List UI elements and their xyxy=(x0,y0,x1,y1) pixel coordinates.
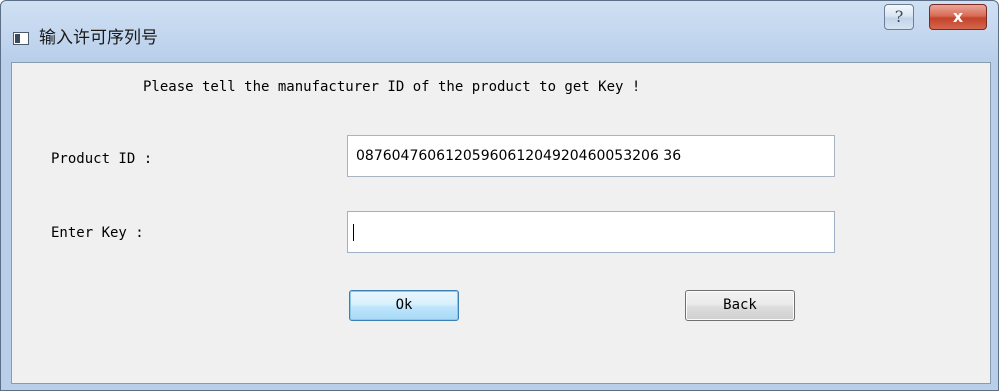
instruction-text: Please tell the manufacturer ID of the p… xyxy=(143,79,641,95)
ok-button[interactable]: Ok xyxy=(349,290,459,321)
window-icon xyxy=(13,32,29,45)
product-id-label: Product ID : xyxy=(51,151,153,167)
text-caret xyxy=(353,224,354,241)
close-icon: x xyxy=(952,7,964,26)
back-button[interactable]: Back xyxy=(685,290,795,321)
product-id-value: 0876047606120596061204920460053206 36 xyxy=(356,148,682,164)
dialog-content: Please tell the manufacturer ID of the p… xyxy=(11,62,991,384)
help-button[interactable]: ? xyxy=(884,4,914,30)
dialog-window: 输入许可序列号 ? x Please tell the manufacturer… xyxy=(0,0,999,391)
window-title: 输入许可序列号 xyxy=(39,28,158,48)
close-button[interactable]: x xyxy=(929,4,987,30)
help-icon: ? xyxy=(894,7,904,26)
enter-key-input[interactable] xyxy=(347,211,835,253)
title-bar[interactable]: 输入许可序列号 ? x xyxy=(1,1,998,63)
enter-key-label: Enter Key : xyxy=(51,225,144,241)
product-id-field[interactable]: 0876047606120596061204920460053206 36 xyxy=(347,135,835,177)
